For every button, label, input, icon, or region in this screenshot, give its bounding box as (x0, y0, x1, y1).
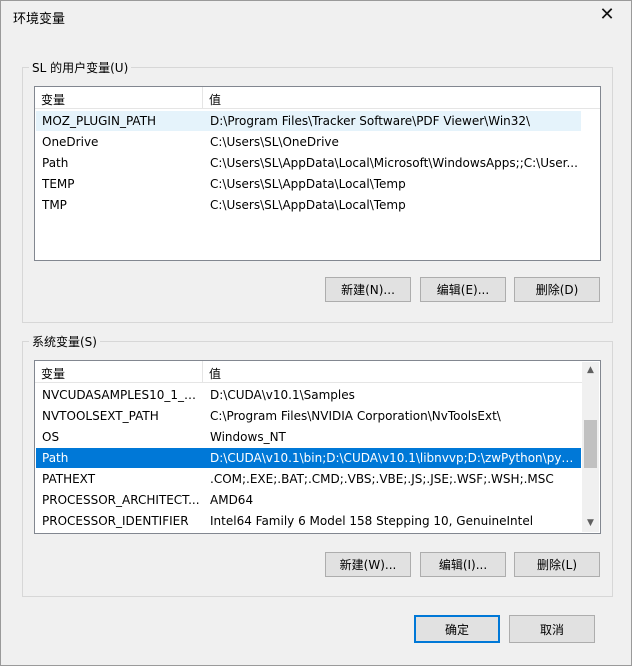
system-variables-header: 变量 值 (35, 361, 582, 383)
var-value: C:\Users\SL\AppData\Local\Temp (210, 177, 406, 191)
var-name: TEMP (42, 177, 75, 191)
var-value: C:\Users\SL\OneDrive (210, 135, 339, 149)
user-var-row[interactable]: OneDrive C:\Users\SL\OneDrive (36, 132, 581, 152)
user-variables-legend: SL 的用户变量(U) (29, 59, 132, 76)
var-name: PATHEXT (42, 472, 96, 486)
system-var-row-selected[interactable]: Path D:\CUDA\v10.1\bin;D:\CUDA\v10.1\lib… (36, 448, 581, 468)
header-divider (35, 382, 582, 383)
system-var-row[interactable]: PATHEXT .COM;.EXE;.BAT;.CMD;.VBS;.VBE;.J… (36, 469, 581, 489)
var-value: D:\CUDA\v10.1\Samples (210, 388, 355, 402)
system-var-row[interactable]: NVTOOLSEXT_PATH C:\Program Files\NVIDIA … (36, 406, 581, 426)
var-value: Windows_NT (210, 430, 286, 444)
var-name: MOZ_PLUGIN_PATH (42, 114, 157, 128)
var-name: Path (42, 451, 69, 465)
cancel-button[interactable]: 取消 (509, 615, 595, 643)
environment-variables-dialog: 环境变量 ✕ SL 的用户变量(U) 变量 值 MOZ_PLUGIN_PATH … (0, 0, 632, 666)
user-delete-button[interactable]: 删除(D) (514, 277, 600, 302)
scroll-up-icon[interactable]: ▲ (582, 362, 599, 379)
var-value: D:\CUDA\v10.1\bin;D:\CUDA\v10.1\libnvvp;… (210, 451, 578, 465)
user-edit-button[interactable]: 编辑(E)... (420, 277, 506, 302)
scroll-thumb[interactable] (584, 420, 597, 468)
column-divider[interactable] (202, 361, 203, 383)
system-variables-legend: 系统变量(S) (29, 333, 100, 350)
vertical-scrollbar[interactable]: ▲ ▼ (582, 362, 599, 532)
var-name: NVTOOLSEXT_PATH (42, 409, 159, 423)
system-var-row[interactable]: OS Windows_NT (36, 427, 581, 447)
var-value: C:\Users\SL\AppData\Local\Microsoft\Wind… (210, 156, 578, 170)
system-var-row[interactable]: NVCUDASAMPLES10_1_R... D:\CUDA\v10.1\Sam… (36, 385, 581, 405)
column-header-value[interactable]: 值 (209, 91, 221, 108)
var-name: PROCESSOR_ARCHITECT... (42, 493, 200, 507)
user-var-row[interactable]: TMP C:\Users\SL\AppData\Local\Temp (36, 195, 581, 215)
column-divider[interactable] (202, 87, 203, 109)
var-name: PROCESSOR_IDENTIFIER (42, 514, 189, 528)
system-var-row[interactable]: PROCESSOR_ARCHITECT... AMD64 (36, 490, 581, 510)
column-header-variable[interactable]: 变量 (41, 365, 65, 382)
column-header-value[interactable]: 值 (209, 365, 221, 382)
var-value: Intel64 Family 6 Model 158 Stepping 10, … (210, 514, 534, 528)
var-value: .COM;.EXE;.BAT;.CMD;.VBS;.VBE;.JS;.JSE;.… (210, 472, 554, 486)
var-value: D:\Program Files\Tracker Software\PDF Vi… (210, 114, 531, 128)
close-icon[interactable]: ✕ (597, 5, 617, 25)
var-name: NVCUDASAMPLES10_1_R... (42, 388, 202, 402)
system-new-button[interactable]: 新建(W)... (325, 552, 411, 577)
var-name: OneDrive (42, 135, 99, 149)
user-variables-list[interactable]: 变量 值 MOZ_PLUGIN_PATH D:\Program Files\Tr… (34, 86, 601, 261)
window-title: 环境变量 (13, 12, 66, 27)
ok-button[interactable]: 确定 (414, 615, 500, 643)
user-var-row[interactable]: Path C:\Users\SL\AppData\Local\Microsoft… (36, 153, 581, 173)
column-header-variable[interactable]: 变量 (41, 91, 65, 108)
var-name: OS (42, 430, 60, 444)
scroll-down-icon[interactable]: ▼ (582, 515, 599, 532)
user-variables-header: 变量 值 (35, 87, 600, 109)
var-value: AMD64 (210, 493, 254, 507)
system-var-row[interactable]: PROCESSOR_IDENTIFIER Intel64 Family 6 Mo… (36, 511, 581, 531)
system-delete-button[interactable]: 删除(L) (514, 552, 600, 577)
user-var-row[interactable]: TEMP C:\Users\SL\AppData\Local\Temp (36, 174, 581, 194)
system-edit-button[interactable]: 编辑(I)... (420, 552, 506, 577)
var-value: C:\Program Files\NVIDIA Corporation\NvTo… (210, 409, 501, 423)
user-var-row[interactable]: MOZ_PLUGIN_PATH D:\Program Files\Tracker… (36, 111, 581, 131)
header-divider (35, 108, 600, 109)
system-variables-list[interactable]: 变量 值 NVCUDASAMPLES10_1_R... D:\CUDA\v10.… (34, 360, 601, 534)
var-name: TMP (42, 198, 67, 212)
var-name: Path (42, 156, 69, 170)
user-new-button[interactable]: 新建(N)... (325, 277, 411, 302)
var-value: C:\Users\SL\AppData\Local\Temp (210, 198, 406, 212)
